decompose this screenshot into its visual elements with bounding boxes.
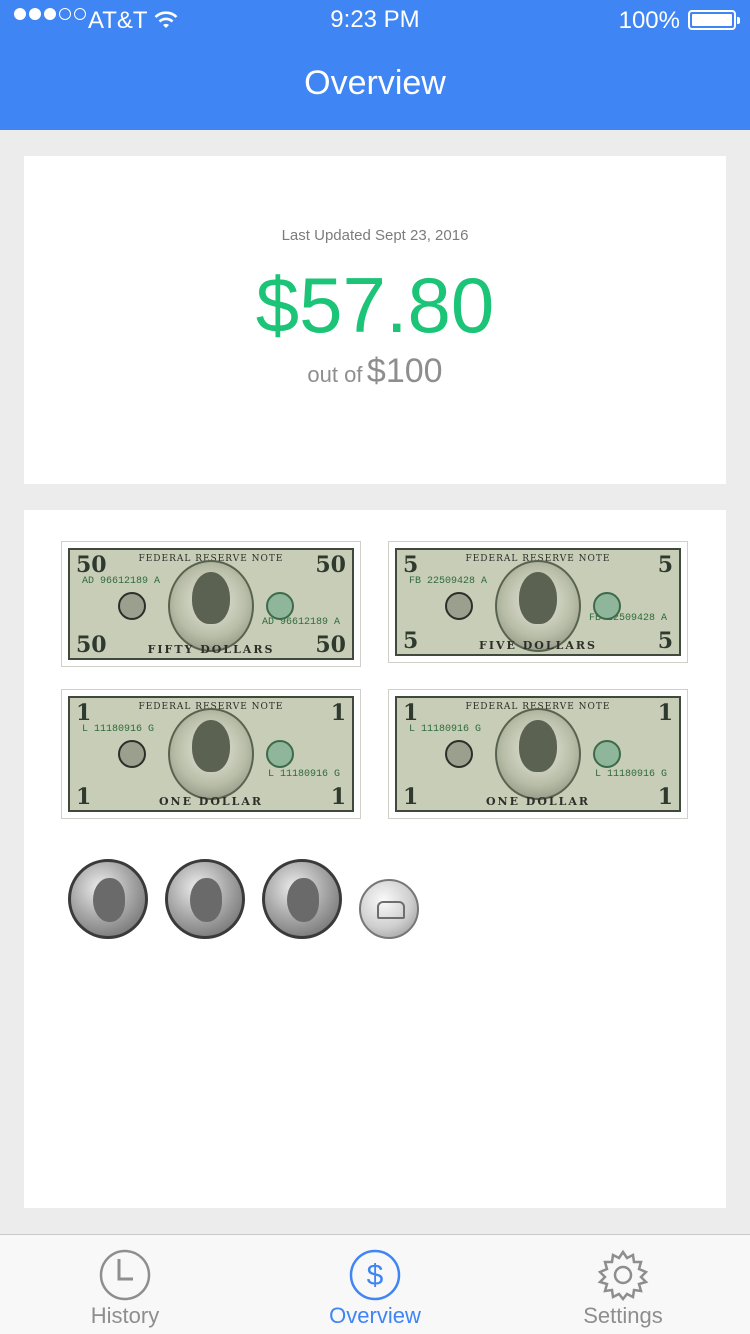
- tab-overview[interactable]: $ Overview: [250, 1235, 500, 1334]
- tab-settings[interactable]: Settings: [498, 1235, 748, 1334]
- one-dollar-bill-image: FEDERAL RESERVE NOTE 1 1 1 1 L 11180916 …: [388, 689, 688, 819]
- header: AT&T 9:23 PM 100% Overview: [0, 0, 750, 130]
- balance-amount: $57.80: [255, 261, 495, 349]
- tab-history-label: History: [90, 1303, 160, 1328]
- page-title: Overview: [304, 64, 446, 102]
- tab-overview-label: Overview: [329, 1303, 421, 1328]
- dollar-icon: $: [349, 1249, 401, 1301]
- one-dollar-bill-image: FEDERAL RESERVE NOTE 1 1 1 1 L 11180916 …: [61, 689, 361, 819]
- nickel-coin-image: [359, 879, 419, 939]
- last-updated-text: Last Updated Sept 23, 2016: [281, 227, 469, 244]
- quarter-coin-image: [68, 859, 148, 939]
- limit-line: out of $100: [24, 352, 726, 391]
- svg-text:$: $: [367, 1259, 384, 1292]
- clock-icon: [99, 1249, 151, 1301]
- gear-icon: [597, 1249, 649, 1302]
- quarter-coin-image: [165, 859, 245, 939]
- battery-icon: [688, 10, 740, 30]
- tab-history[interactable]: History: [0, 1235, 250, 1334]
- five-dollar-bill-image: FEDERAL RESERVE NOTE 5 5 5 5 FB 22509428…: [388, 541, 688, 663]
- battery-percentage: 100%: [618, 7, 680, 34]
- status-bar: AT&T 9:23 PM 100%: [0, 0, 750, 40]
- balance-summary-card: Last Updated Sept 23, 2016 $57.80 out of…: [24, 156, 726, 484]
- tab-settings-label: Settings: [583, 1303, 663, 1328]
- limit-amount: $100: [366, 352, 443, 390]
- quarter-coin-image: [262, 859, 342, 939]
- tab-bar: History $ Overview Settings: [0, 1234, 750, 1334]
- fifty-dollar-bill-image: FEDERAL RESERVE NOTE 50 50 50 50 AD 9661…: [61, 541, 361, 667]
- money-breakdown-card: FEDERAL RESERVE NOTE 50 50 50 50 AD 9661…: [24, 510, 726, 1208]
- limit-prefix: out of: [307, 362, 363, 387]
